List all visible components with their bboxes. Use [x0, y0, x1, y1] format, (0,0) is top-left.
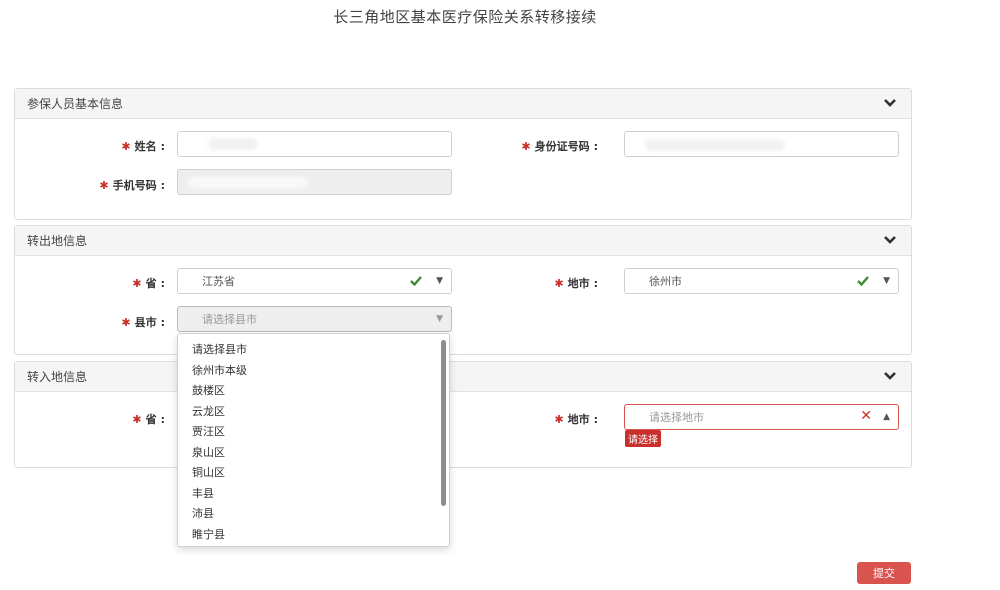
dropdown-scrollbar[interactable]	[441, 340, 446, 506]
id-number-label: ✱ 身份证号码:	[521, 140, 598, 153]
id-number-input[interactable]	[624, 131, 899, 157]
transfer-out-title: 转出地信息	[27, 234, 88, 248]
county-dropdown-list[interactable]: 请选择县市 徐州市本级 鼓楼区 云龙区 贾汪区 泉山区 铜山区 丰县 沛县 睢宁…	[177, 333, 450, 547]
caret-down-icon: ▼	[436, 276, 443, 286]
transfer-in-title: 转入地信息	[27, 370, 88, 384]
in-province-label: ✱ 省:	[132, 413, 165, 426]
out-city-select[interactable]: 徐州市 ▼	[624, 268, 899, 294]
transfer-in-panel: 转入地信息 ✱ 省: ✱ 地市: 请选择地市 ✕ ▲ 请选择	[14, 361, 912, 468]
redaction-blur	[645, 139, 785, 151]
dropdown-option[interactable]: 请选择县市	[178, 340, 449, 361]
dropdown-option[interactable]: 睢宁县	[178, 525, 449, 546]
out-province-value: 江苏省	[202, 275, 235, 288]
page-title: 长三角地区基本医疗保险关系转移接续	[333, 8, 597, 26]
in-city-placeholder: 请选择地市	[649, 411, 704, 424]
basic-info-panel: 参保人员基本信息 ✱ 姓名: ✱ 身份证号码: ✱ 手机号码:	[14, 88, 912, 220]
in-city-label: ✱ 地市:	[554, 413, 598, 426]
out-county-label: ✱ 县市:	[121, 316, 165, 329]
transfer-out-panel: 转出地信息 ✱ 省: 江苏省 ▼ ✱ 地市: 徐州市 ▼ ✱ 县市: 请选择县市 ▼	[14, 225, 912, 355]
dropdown-option[interactable]: 贾汪区	[178, 422, 449, 443]
check-icon	[856, 274, 870, 288]
page-root: 长三角地区基本医疗保险关系转移接续 参保人员基本信息 ✱ 姓名: ✱ 身份证号码: …	[0, 0, 1000, 590]
caret-up-icon: ▲	[883, 412, 890, 422]
dropdown-option[interactable]: 沛县	[178, 504, 449, 525]
dropdown-option[interactable]: 鼓楼区	[178, 381, 449, 402]
out-city-label: ✱ 地市:	[554, 277, 598, 290]
out-province-label: ✱ 省:	[132, 277, 165, 290]
transfer-in-header[interactable]: 转入地信息	[15, 362, 911, 392]
dropdown-option[interactable]: 徐州市本级	[178, 361, 449, 382]
chevron-down-icon[interactable]	[883, 232, 899, 248]
submit-button[interactable]: 提交	[857, 562, 911, 584]
dropdown-option[interactable]: 丰县	[178, 484, 449, 505]
transfer-out-header[interactable]: 转出地信息	[15, 226, 911, 256]
redaction-blur	[188, 177, 308, 189]
basic-info-title: 参保人员基本信息	[27, 97, 124, 111]
out-county-placeholder: 请选择县市	[202, 313, 257, 326]
dropdown-option[interactable]: 泉山区	[178, 443, 449, 464]
caret-down-icon: ▼	[883, 276, 890, 286]
out-city-value: 徐州市	[649, 275, 682, 288]
name-input[interactable]	[177, 131, 452, 157]
out-county-select[interactable]: 请选择县市 ▼	[177, 306, 452, 332]
in-city-error-badge: 请选择	[625, 430, 661, 447]
name-label: ✱ 姓名:	[121, 140, 165, 153]
chevron-down-icon[interactable]	[883, 95, 899, 111]
check-icon	[409, 274, 423, 288]
redaction-blur	[208, 138, 258, 150]
in-city-select[interactable]: 请选择地市 ✕ ▲	[624, 404, 899, 430]
caret-down-icon: ▼	[436, 314, 443, 324]
phone-input	[177, 169, 452, 195]
dropdown-option[interactable]: 云龙区	[178, 402, 449, 423]
out-province-select[interactable]: 江苏省 ▼	[177, 268, 452, 294]
basic-info-header[interactable]: 参保人员基本信息	[15, 89, 911, 119]
chevron-down-icon[interactable]	[883, 368, 899, 384]
county-options: 请选择县市 徐州市本级 鼓楼区 云龙区 贾汪区 泉山区 铜山区 丰县 沛县 睢宁…	[178, 334, 449, 545]
dropdown-option[interactable]: 铜山区	[178, 463, 449, 484]
phone-label: ✱ 手机号码:	[99, 179, 165, 192]
clear-icon[interactable]: ✕	[860, 408, 872, 424]
